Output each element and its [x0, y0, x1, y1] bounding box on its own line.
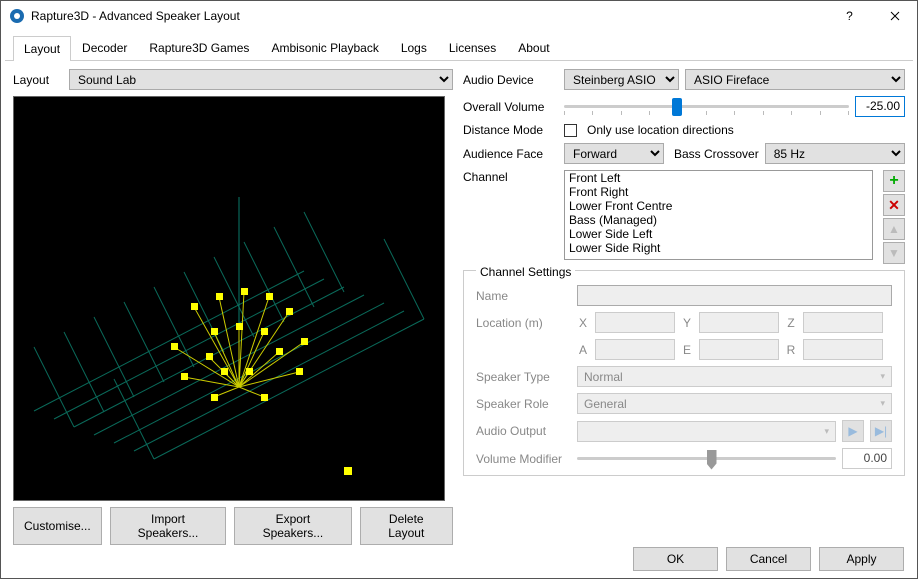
- window-title: Rapture3D - Advanced Speaker Layout: [31, 9, 827, 23]
- loc-e-input: [699, 339, 779, 360]
- channel-item[interactable]: Bass (Managed): [565, 213, 872, 227]
- bass-crossover-label: Bass Crossover: [674, 147, 759, 161]
- apply-button[interactable]: Apply: [819, 547, 904, 571]
- remove-channel-button[interactable]: ✕: [883, 194, 905, 216]
- channel-item[interactable]: Lower Side Left: [565, 227, 872, 241]
- help-button[interactable]: ?: [827, 1, 872, 31]
- close-icon: [890, 11, 900, 21]
- distance-mode-label: Distance Mode: [463, 123, 558, 137]
- audience-face-select[interactable]: Forward: [564, 143, 664, 164]
- axis-y-label: Y: [681, 316, 693, 330]
- volume-modifier-label: Volume Modifier: [476, 452, 571, 466]
- play-button: ▶: [842, 420, 864, 442]
- audio-device-select[interactable]: ASIO Fireface: [685, 69, 905, 90]
- loc-a-input: [595, 339, 675, 360]
- tab-bar: Layout Decoder Rapture3D Games Ambisonic…: [5, 31, 913, 61]
- customise-button[interactable]: Customise...: [13, 507, 102, 545]
- delete-layout-button[interactable]: Delete Layout: [360, 507, 453, 545]
- stop-button: ▶|: [870, 420, 892, 442]
- channel-item[interactable]: Front Right: [565, 185, 872, 199]
- loc-x-input: [595, 312, 675, 333]
- add-channel-button[interactable]: +: [883, 170, 905, 192]
- channel-item[interactable]: Lower Side Right: [565, 241, 872, 255]
- overall-volume-value[interactable]: -25.00: [855, 96, 905, 117]
- axis-z-label: Z: [785, 316, 797, 330]
- audio-output-select: [577, 421, 836, 442]
- speaker-3d-viewport[interactable]: [13, 96, 445, 501]
- distance-mode-checkbox[interactable]: [564, 124, 577, 137]
- import-speakers-button[interactable]: Import Speakers...: [110, 507, 227, 545]
- volume-modifier-thumb: [707, 450, 717, 470]
- speaker-type-select: Normal: [577, 366, 892, 387]
- layout-label: Layout: [13, 73, 63, 87]
- bass-crossover-select[interactable]: 85 Hz: [765, 143, 905, 164]
- distance-mode-text: Only use location directions: [587, 123, 734, 137]
- overall-volume-slider[interactable]: [564, 97, 849, 117]
- channel-label: Channel: [463, 170, 558, 184]
- loc-r-input: [803, 339, 883, 360]
- axis-a-label: A: [577, 343, 589, 357]
- tab-logs[interactable]: Logs: [390, 35, 438, 60]
- app-icon: [9, 8, 25, 24]
- tab-layout[interactable]: Layout: [13, 36, 71, 61]
- cancel-button[interactable]: Cancel: [726, 547, 811, 571]
- overall-volume-label: Overall Volume: [463, 100, 558, 114]
- speaker-role-select: General: [577, 393, 892, 414]
- tab-about[interactable]: About: [507, 35, 560, 60]
- channel-settings-legend: Channel Settings: [476, 265, 575, 279]
- export-speakers-button[interactable]: Export Speakers...: [234, 507, 351, 545]
- close-button[interactable]: [872, 1, 917, 31]
- move-down-button[interactable]: ▼: [883, 242, 905, 264]
- location-label: Location (m): [476, 316, 571, 330]
- titlebar: Rapture3D - Advanced Speaker Layout ?: [1, 1, 917, 31]
- layout-select[interactable]: Sound Lab: [69, 69, 453, 90]
- speaker-role-label: Speaker Role: [476, 397, 571, 411]
- channel-item[interactable]: Lower Front Centre: [565, 199, 872, 213]
- volume-modifier-value: 0.00: [842, 448, 892, 469]
- volume-thumb[interactable]: [672, 98, 682, 116]
- axis-r-label: R: [785, 343, 797, 357]
- audio-device-label: Audio Device: [463, 73, 558, 87]
- channel-list[interactable]: Front Left Front Right Lower Front Centr…: [564, 170, 873, 260]
- audience-face-label: Audience Face: [463, 147, 558, 161]
- loc-z-input: [803, 312, 883, 333]
- speaker-type-label: Speaker Type: [476, 370, 571, 384]
- channel-item[interactable]: Front Left: [565, 171, 872, 185]
- loc-y-input: [699, 312, 779, 333]
- tab-ambisonic[interactable]: Ambisonic Playback: [260, 35, 389, 60]
- channel-name-input: [577, 285, 892, 306]
- axis-x-label: X: [577, 316, 589, 330]
- axis-e-label: E: [681, 343, 693, 357]
- move-up-button[interactable]: ▲: [883, 218, 905, 240]
- tab-licenses[interactable]: Licenses: [438, 35, 507, 60]
- dialog-buttons: OK Cancel Apply: [633, 547, 904, 571]
- ok-button[interactable]: OK: [633, 547, 718, 571]
- name-label: Name: [476, 289, 571, 303]
- audio-output-label: Audio Output: [476, 424, 571, 438]
- volume-modifier-slider: [577, 449, 836, 469]
- channel-settings-group: Channel Settings Name Location (m) X Y Z…: [463, 270, 905, 476]
- tab-decoder[interactable]: Decoder: [71, 35, 138, 60]
- audio-driver-select[interactable]: Steinberg ASIO: [564, 69, 679, 90]
- tab-rapture-games[interactable]: Rapture3D Games: [138, 35, 260, 60]
